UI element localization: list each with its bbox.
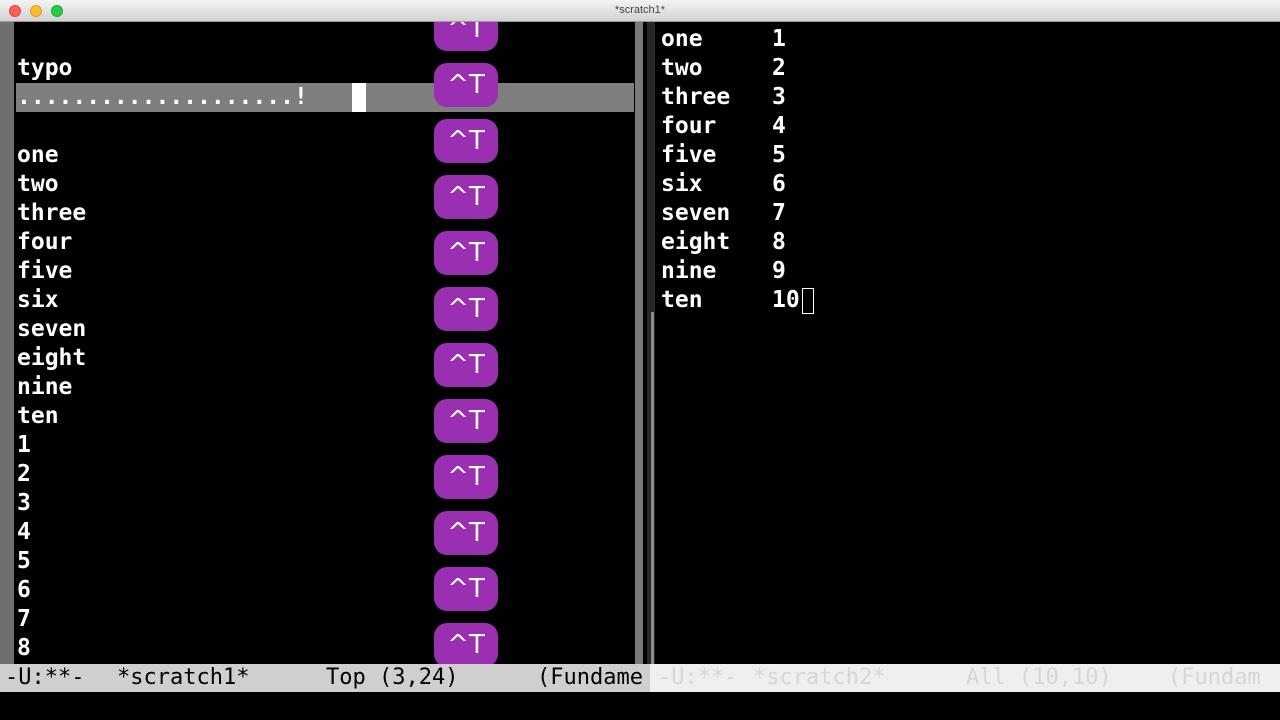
buffer-line: 3: [17, 490, 31, 516]
buffer-row: one 1: [661, 25, 786, 54]
row-word: five: [661, 142, 717, 168]
title-bar: *scratch1*: [0, 0, 1280, 22]
row-word: nine: [661, 258, 717, 284]
buffer-row: two 2: [661, 54, 786, 83]
buffer-line: eight: [17, 345, 87, 371]
buffer-line: 7: [17, 606, 31, 632]
buffer-line: six: [17, 287, 59, 313]
active-mode-line: -U:**- *scratch1* Top (3,24) (Fundame: [0, 664, 650, 692]
buffer-line: 2: [17, 461, 31, 487]
row-number: 7: [772, 200, 786, 226]
row-number: 1: [772, 26, 786, 52]
row-number: 5: [772, 142, 786, 168]
buffer-row: five 5: [661, 141, 786, 170]
window-title: *scratch1*: [614, 4, 666, 16]
buffer-row: ten 10: [661, 286, 800, 315]
modeline-major-mode[interactable]: (Fundam: [1168, 664, 1261, 692]
modeline-buffer-name[interactable]: *scratch1*: [117, 664, 249, 692]
inactive-cursor: [802, 288, 814, 314]
keystroke-badge: ^T: [434, 399, 498, 443]
row-number: 2: [772, 55, 786, 81]
buffer-line: five: [17, 258, 73, 284]
buffer-line: two: [17, 171, 59, 197]
buffer-line: ten: [17, 403, 59, 429]
buffer-row: nine 9: [661, 257, 786, 286]
keystroke-badge: ^T: [434, 175, 498, 219]
window-divider[interactable]: [634, 22, 660, 664]
keystroke-badge: ^T: [434, 287, 498, 331]
buffer-line: 1: [17, 432, 31, 458]
keystroke-badge: ^T: [434, 343, 498, 387]
buffer-line: four: [17, 229, 73, 255]
buffer-line: three: [17, 200, 87, 226]
row-word: six: [661, 171, 703, 197]
buffer-row: three 3: [661, 83, 786, 112]
highlighted-line: ....................!: [17, 84, 308, 110]
row-word: seven: [661, 200, 731, 226]
divider-bar: [635, 22, 643, 664]
row-number: 8: [772, 229, 786, 255]
inactive-mode-line: -U:**- *scratch2* All (10,10) (Fundam: [650, 664, 1280, 692]
buffer-line: nine: [17, 374, 73, 400]
modeline-position: All (10,10): [966, 665, 1112, 690]
keystroke-badge: ^T: [434, 63, 498, 107]
buffer-line: 6: [17, 577, 31, 603]
keystroke-badge: ^T: [434, 567, 498, 611]
row-number: 3: [772, 84, 786, 110]
buffer-row: eight 8: [661, 228, 786, 257]
row-word: four: [661, 113, 717, 139]
buffer-line: one: [17, 142, 59, 168]
buffer-line: 5: [17, 548, 31, 574]
buffer-line: typo: [17, 55, 73, 81]
buffer-row: six 6: [661, 170, 786, 199]
modeline-status: -U:**-: [5, 665, 85, 690]
scrollbar-thumb[interactable]: [651, 312, 654, 664]
keystroke-badge: ^T: [434, 22, 498, 51]
keystroke-badge: ^T: [434, 119, 498, 163]
keystroke-badge: ^T: [434, 623, 498, 664]
row-word: three: [661, 84, 731, 110]
buffer-line: seven: [17, 316, 87, 342]
modeline-major-mode[interactable]: (Fundame: [537, 664, 643, 692]
buffer-row: four 4: [661, 112, 786, 141]
modeline-buffer-name[interactable]: *scratch2*: [753, 664, 885, 692]
modeline-status: -U:**-: [658, 665, 738, 690]
keystroke-badge: ^T: [434, 511, 498, 555]
buffer-line: 8: [17, 635, 31, 661]
buffer-row: seven 7: [661, 199, 786, 228]
row-number: 4: [772, 113, 786, 139]
left-editor-pane[interactable]: typo....................! one two three four…: [14, 22, 634, 664]
row-word: eight: [661, 229, 731, 255]
row-word: one: [661, 26, 703, 52]
modeline-position: Top (3,24): [326, 665, 459, 690]
row-number: 9: [772, 258, 786, 284]
left-fringe: [0, 22, 14, 664]
row-word: two: [661, 55, 703, 81]
buffer-line: 4: [17, 519, 31, 545]
keystroke-badge: ^T: [434, 231, 498, 275]
row-number: 6: [772, 171, 786, 197]
text-cursor: [352, 83, 366, 112]
right-editor-pane[interactable]: one 1 two 2 three 3 four 4 five 5 six 6 seven 7 eight 8…: [660, 22, 1280, 664]
minibuffer[interactable]: [0, 692, 1280, 720]
row-word: ten: [661, 287, 703, 313]
keystroke-badge: ^T: [434, 455, 498, 499]
row-number: 10: [772, 287, 800, 313]
